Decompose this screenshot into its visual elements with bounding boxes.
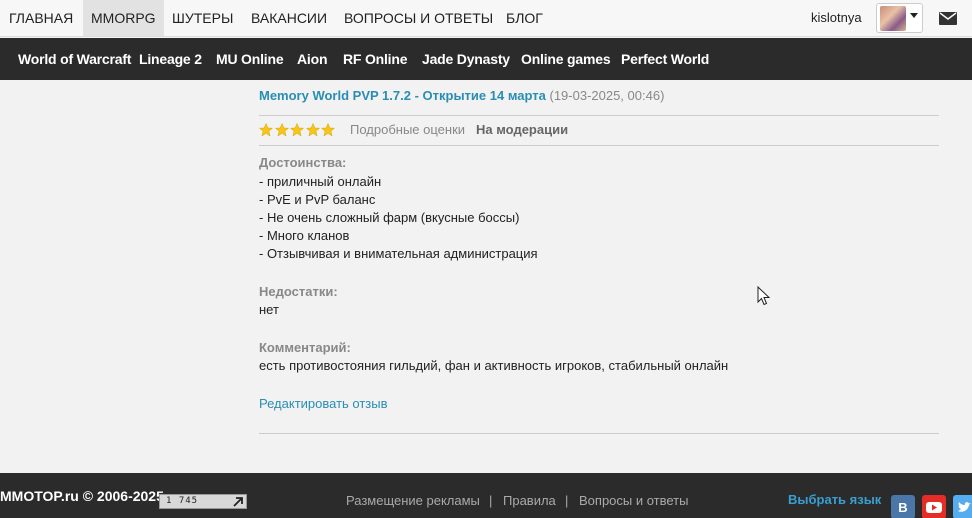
top-navbar: ГЛАВНАЯ MMORPG ШУТЕРЫ ВАКАНСИИ ВОПРОСЫ И… [0,0,972,37]
edit-review-link[interactable]: Редактировать отзыв [259,396,388,411]
footer: MMOTOP.ru © 2006-2025 1 745 Размещение р… [0,473,972,518]
twitter-icon[interactable] [953,495,972,518]
subnav-perfect-world[interactable]: Perfect World [621,38,709,80]
username[interactable]: kislotnya [811,0,862,36]
star-icon [305,123,320,137]
subnav-wow[interactable]: World of Warcraft [18,38,131,80]
moderation-status: На модерации [476,122,569,137]
footer-separator: | [489,493,493,508]
vk-icon[interactable]: B [891,495,915,518]
nav-qa[interactable]: ВОПРОСЫ И ОТВЕТЫ [344,0,493,36]
subnav-rf-online[interactable]: RF Online [343,38,408,80]
subnav-online-games[interactable]: Online games [521,38,611,80]
counter-value: 1 745 [166,496,199,506]
youtube-icon[interactable] [922,495,946,518]
pros-item: - Отзывчивая и внимательная администраци… [259,246,538,261]
footer-link-rules[interactable]: Правила [503,472,556,518]
star-icon [290,123,304,137]
footer-link-advertising[interactable]: Размещение рекламы [346,472,480,518]
star-icon [259,123,273,137]
footer-link-qa[interactable]: Вопросы и ответы [579,472,688,518]
divider [259,145,939,146]
user-menu-button[interactable] [876,3,923,33]
footer-copyright: MMOTOP.ru © 2006-2025 [0,488,164,504]
subnav-lineage2[interactable]: Lineage 2 [139,38,202,80]
star-icon [274,123,289,137]
nav-home[interactable]: ГЛАВНАЯ [9,0,73,36]
nav-mmorpg[interactable]: MMORPG [83,0,164,36]
review-date: (19-03-2025, 00:46) [549,88,665,103]
arrow-up-right-icon [233,497,243,507]
star-icon [321,123,335,137]
footer-separator: | [565,493,569,508]
cons-item: нет [259,302,279,317]
subnav-jade-dynasty[interactable]: Jade Dynasty [422,38,510,80]
server-title-link[interactable]: Memory World PVP 1.7.2 - Открытие 14 мар… [259,88,546,103]
nav-blog[interactable]: БЛОГ [506,0,543,36]
games-subnav: World of Warcraft Lineage 2 MU Online Ai… [0,38,972,80]
caret-down-icon [910,13,918,18]
cons-label: Недостатки: [259,284,338,299]
mouse-cursor-icon [757,286,771,306]
visitor-counter[interactable]: 1 745 [159,494,247,509]
comment-text: есть противостояния гильдий, фан и актив… [259,358,729,373]
svg-text:B: B [898,500,907,515]
divider [259,433,939,434]
subnav-mu-online[interactable]: MU Online [216,38,284,80]
avatar [880,6,906,31]
review-title-line: Memory World PVP 1.7.2 - Открытие 14 мар… [259,88,664,103]
pros-item: - Не очень сложный фарм (вкусные боссы) [259,210,520,225]
detailed-ratings-link[interactable]: Подробные оценки [350,122,465,137]
pros-item: - PvE и PvP баланс [259,192,376,207]
subnav-aion[interactable]: Aion [297,38,328,80]
envelope-icon[interactable] [939,12,957,25]
pros-item: - приличный онлайн [259,174,382,189]
comment-label: Комментарий: [259,340,351,355]
nav-shooters[interactable]: ШУТЕРЫ [172,0,233,36]
pros-item: - Много кланов [259,228,350,243]
pros-label: Достоинства: [259,155,347,170]
choose-language-link[interactable]: Выбрать язык [788,471,881,518]
nav-vacancies[interactable]: ВАКАНСИИ [251,0,327,36]
divider [259,115,939,116]
